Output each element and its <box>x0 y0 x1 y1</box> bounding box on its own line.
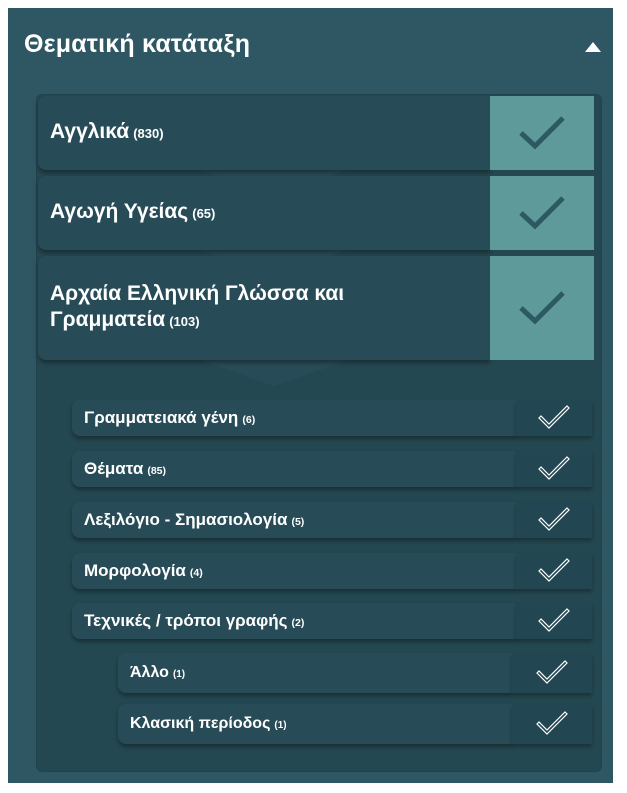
subcategory-row[interactable]: Λεξιλόγιο - Σημασιολογία (5) <box>72 502 592 538</box>
check-mark-icon <box>519 196 565 230</box>
subcategory-select-toggle[interactable] <box>516 502 592 538</box>
subsubcategory-select-toggle[interactable] <box>512 704 592 744</box>
check-outline-icon <box>536 660 568 684</box>
category-count: (65) <box>192 206 216 221</box>
subsubcategory-label: Άλλο <box>130 664 169 681</box>
subsubcategory-row-body[interactable]: Άλλο (1) <box>118 653 512 693</box>
subsubcategory-select-toggle[interactable] <box>512 653 592 693</box>
category-count: (830) <box>133 126 164 141</box>
category-row-body[interactable]: Αρχαία Ελληνική Γλώσσα και Γραμματεία (10… <box>38 256 490 360</box>
check-mark-icon <box>519 116 565 150</box>
category-select-toggle[interactable] <box>490 176 594 250</box>
subcategory-count: (2) <box>291 617 305 629</box>
subcategory-label: Θέματα <box>84 459 144 478</box>
thematic-classification-panel: Θεματική κατάταξη Αγγλικά (830) Αγωγή Υγ… <box>8 8 613 783</box>
subcategory-row[interactable]: Θέματα (85) <box>72 451 592 487</box>
check-outline-icon <box>538 558 570 582</box>
subcategory-label: Τεχνικές / τρόποι γραφής <box>84 611 288 630</box>
subcategory-row[interactable]: Γραμματειακά γένη (6) <box>72 400 592 436</box>
subcategory-label: Γραμματειακά γένη <box>84 408 239 427</box>
subcategory-row-body[interactable]: Θέματα (85) <box>72 451 516 487</box>
check-outline-icon <box>536 711 568 735</box>
category-row[interactable]: Αγωγή Υγείας (65) <box>38 176 594 250</box>
subcategory-select-toggle[interactable] <box>516 553 592 589</box>
category-count: (103) <box>169 314 200 329</box>
category-row-body[interactable]: Αγωγή Υγείας (65) <box>38 176 490 250</box>
category-row[interactable]: Αρχαία Ελληνική Γλώσσα και Γραμματεία (10… <box>38 256 594 360</box>
category-row-body[interactable]: Αγγλικά (830) <box>38 96 490 170</box>
subcategory-row[interactable]: Τεχνικές / τρόποι γραφής (2) <box>72 603 592 639</box>
caret-up-icon[interactable] <box>585 42 601 52</box>
subcategory-label: Λεξιλόγιο - Σημασιολογία <box>84 510 288 529</box>
subcategory-label: Μορφολογία <box>84 561 186 580</box>
subcategory-row-body[interactable]: Τεχνικές / τρόποι γραφής (2) <box>72 603 516 639</box>
subcategory-row-body[interactable]: Γραμματειακά γένη (6) <box>72 400 516 436</box>
subcategory-count: (85) <box>147 465 167 477</box>
check-outline-icon <box>538 405 570 429</box>
subcategory-row-body[interactable]: Μορφολογία (4) <box>72 553 516 589</box>
subsubcategory-label: Κλασική περίοδος <box>130 715 271 732</box>
subcategory-count: (4) <box>189 567 203 579</box>
subcategory-select-toggle[interactable] <box>516 451 592 487</box>
check-outline-icon <box>538 507 570 531</box>
chevron-down-icon <box>194 358 354 386</box>
subcategory-row-body[interactable]: Λεξιλόγιο - Σημασιολογία (5) <box>72 502 516 538</box>
subsubcategory-row[interactable]: Άλλο (1) <box>118 653 592 693</box>
subcategory-count: (6) <box>242 414 256 426</box>
panel-title: Θεματική κατάταξη <box>24 30 251 58</box>
category-row[interactable]: Αγγλικά (830) <box>38 96 594 170</box>
check-mark-icon <box>519 291 565 325</box>
subcategory-select-toggle[interactable] <box>516 603 592 639</box>
subsubcategory-row-body[interactable]: Κλασική περίοδος (1) <box>118 704 512 744</box>
category-select-toggle[interactable] <box>490 256 594 360</box>
category-select-toggle[interactable] <box>490 96 594 170</box>
subsubcategory-row[interactable]: Κλασική περίοδος (1) <box>118 704 592 744</box>
subsubcategory-count: (1) <box>172 669 186 680</box>
panel-header[interactable]: Θεματική κατάταξη <box>8 8 613 86</box>
check-outline-icon <box>538 456 570 480</box>
category-label: Αγωγή Υγείας <box>50 200 189 223</box>
subcategory-row[interactable]: Μορφολογία (4) <box>72 553 592 589</box>
subcategory-select-toggle[interactable] <box>516 400 592 436</box>
category-label: Αγγλικά <box>50 120 130 143</box>
check-outline-icon <box>538 608 570 632</box>
subsubcategory-count: (1) <box>274 720 287 731</box>
subcategory-count: (5) <box>291 516 305 528</box>
